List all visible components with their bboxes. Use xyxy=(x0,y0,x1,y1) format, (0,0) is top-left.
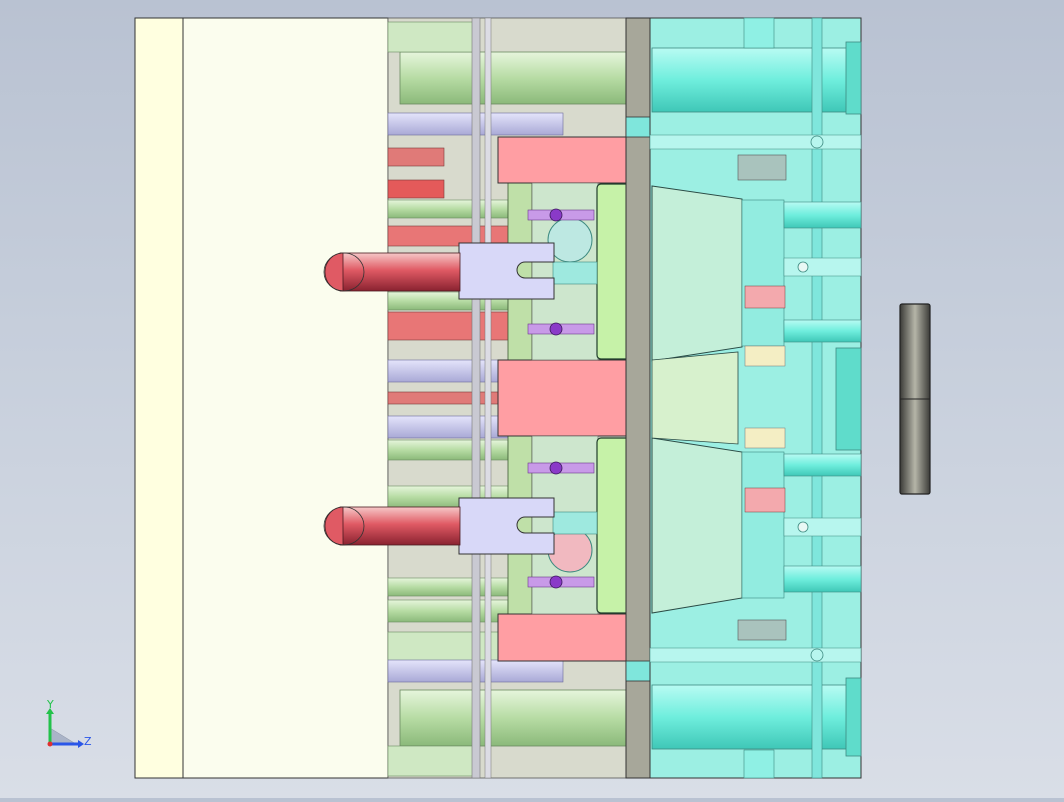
support-boss xyxy=(835,347,862,451)
red-pipe xyxy=(387,391,499,405)
bolt-head xyxy=(797,261,809,273)
green-pipe xyxy=(399,51,627,105)
inner-clamp-plate xyxy=(182,17,389,779)
cyan-stem xyxy=(552,261,598,285)
rod-joint xyxy=(810,135,824,149)
gray-block xyxy=(737,154,787,181)
green-pipe xyxy=(387,21,474,53)
green-pipe xyxy=(387,179,445,199)
green-pipe xyxy=(387,745,474,777)
cyan-rod-horizontal xyxy=(649,134,862,150)
cyan-pipe xyxy=(845,41,862,115)
axis-triad: Y Z xyxy=(46,700,92,748)
slide-block xyxy=(741,199,785,347)
cavity-ring xyxy=(547,527,593,573)
cyan-rod-horizontal xyxy=(783,319,862,343)
cavity-insert-lower xyxy=(651,437,743,614)
cavity-ring xyxy=(547,217,593,263)
bolt-head xyxy=(797,521,809,533)
pink-pad xyxy=(744,487,786,513)
z-axis-label: Z xyxy=(84,735,92,748)
cyan-pipe xyxy=(743,749,775,779)
rod-joint xyxy=(810,648,824,662)
cream-pad xyxy=(744,427,786,449)
ejector-pin-head xyxy=(549,322,563,336)
mold-assembly-drawing xyxy=(134,17,931,779)
triad-base-wedge xyxy=(49,727,77,745)
cad-viewport[interactable]: Y Z xyxy=(0,0,1064,798)
cyan-rod-horizontal xyxy=(649,647,862,663)
y-axis-label: Y xyxy=(46,700,54,711)
slide-block xyxy=(741,451,785,599)
cyan-rod-horizontal xyxy=(783,201,862,229)
cyan-rod-horizontal xyxy=(783,453,862,477)
green-pipe xyxy=(387,631,499,663)
cyan-pipe xyxy=(743,17,775,49)
parting-plate-notch xyxy=(625,660,651,682)
cyan-rod-vertical xyxy=(811,17,823,779)
ejector-pin-head xyxy=(549,461,563,475)
guide-rod xyxy=(471,17,481,779)
cyan-pipe xyxy=(845,677,862,757)
green-pipe xyxy=(399,689,627,747)
cavity-insert-upper xyxy=(651,185,743,362)
parting-plate-notch xyxy=(625,116,651,138)
x-axis-dot xyxy=(47,741,53,747)
outer-clamp-plate xyxy=(134,17,184,779)
cavity-wedge xyxy=(651,351,739,445)
cyan-rod-horizontal xyxy=(783,565,862,593)
ejector-pin-head xyxy=(549,208,563,222)
pink-pad xyxy=(744,285,786,309)
guide-rod xyxy=(484,17,492,779)
cyan-stem xyxy=(552,511,598,535)
cream-pad xyxy=(744,345,786,367)
red-pipe xyxy=(387,147,445,167)
ejector-pin-head xyxy=(549,575,563,589)
gray-block xyxy=(737,619,787,641)
cyan-rod-horizontal xyxy=(783,257,862,277)
cyan-rod-horizontal xyxy=(783,517,862,537)
